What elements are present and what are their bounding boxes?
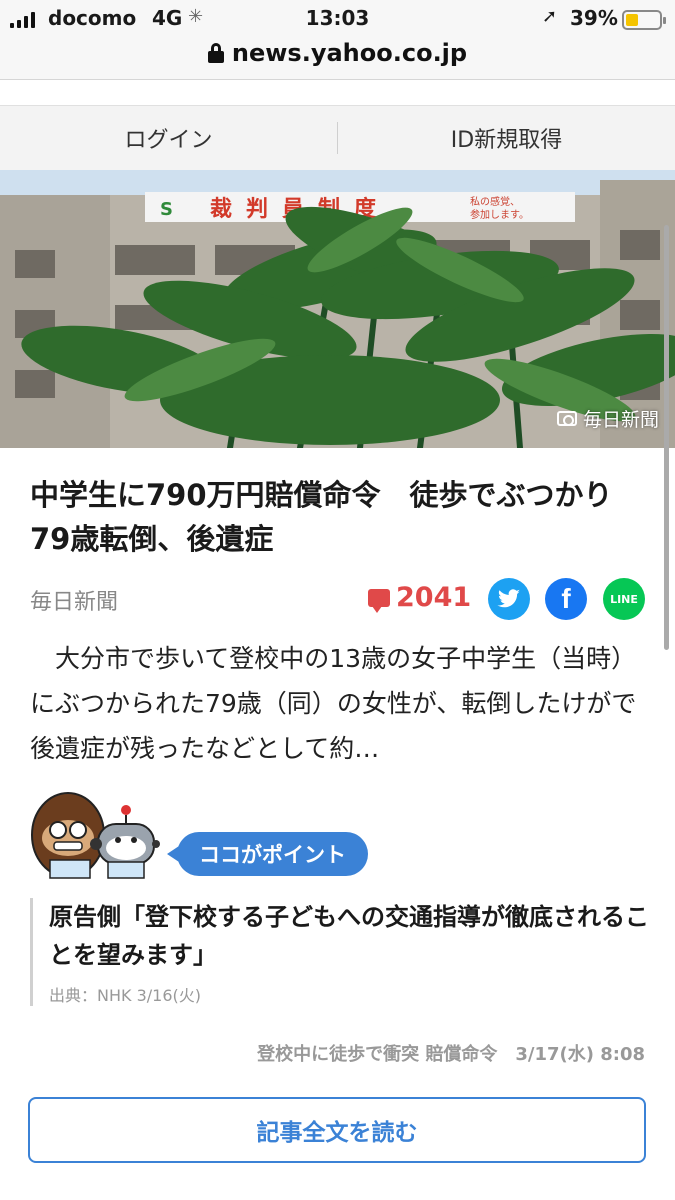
article-meta: 毎日新聞 2041 f LINE (30, 578, 650, 620)
point-quote: 原告側「登下校する子どもへの交通指導が徹底されることを望みます」 (49, 903, 649, 969)
login-bar: ログイン ID新規取得 (0, 105, 675, 170)
comment-count: 2041 (396, 582, 472, 613)
location-arrow-icon: ➚ (542, 6, 558, 27)
line-icon: LINE (610, 592, 638, 606)
point-quote-block[interactable]: 原告側「登下校する子どもへの交通指導が徹底されることを望みます」 出典：NHK … (30, 898, 650, 1006)
svg-text:S: S (160, 199, 173, 220)
line-share-button[interactable]: LINE (603, 578, 645, 620)
battery-percent: 39% (570, 6, 618, 30)
comment-icon (368, 588, 390, 613)
read-full-article-button[interactable]: 記事全文を読む (28, 1097, 646, 1163)
facebook-f-icon: f (561, 583, 571, 614)
address-bar[interactable]: news.yahoo.co.jp (0, 38, 675, 68)
browser-chrome: docomo 4G ✳ 13:03 ➚ 39% news.yahoo.co.jp (0, 0, 675, 80)
article-photo[interactable]: S 裁判員制度 私の感覚、 参加します。 毎日新聞 (0, 170, 675, 448)
url-text: news.yahoo.co.jp (231, 39, 468, 67)
scrollbar[interactable] (664, 225, 669, 650)
photo-credit: 毎日新聞 (556, 405, 659, 432)
register-link[interactable]: ID新規取得 (338, 122, 675, 154)
photo-credit-text: 毎日新聞 (582, 409, 659, 431)
point-tag: ココがポイント (167, 832, 368, 876)
camera-icon (556, 411, 577, 426)
lock-icon (207, 43, 224, 63)
facebook-share-button[interactable]: f (545, 578, 587, 620)
point-quote-source: 出典：NHK 3/16(火) (49, 986, 201, 1005)
battery-icon (622, 10, 666, 30)
sign-small-line2: 参加します。 (470, 208, 529, 221)
related-article-link[interactable]: 登校中に徒歩で衝突 賠償命令 3/17(水) 8:08 (30, 1040, 645, 1066)
sign-small-line1: 私の感覚、 (470, 195, 520, 208)
mascot-illustration (30, 790, 160, 880)
status-bar: docomo 4G ✳ 13:03 ➚ 39% (0, 6, 675, 34)
article-headline[interactable]: 中学生に790万円賠償命令 徒歩でぶつかり79歳転倒、後遺症 (30, 473, 650, 561)
comment-count-link[interactable]: 2041 (368, 582, 471, 613)
twitter-bird-icon (497, 589, 520, 608)
twitter-share-button[interactable] (488, 578, 530, 620)
article-source: 毎日新聞 (30, 590, 119, 615)
login-link[interactable]: ログイン (0, 122, 337, 154)
article-lead[interactable]: 大分市で歩いて登校中の13歳の女子中学生（当時）にぶつかられた79歳（同）の女性… (30, 636, 650, 771)
